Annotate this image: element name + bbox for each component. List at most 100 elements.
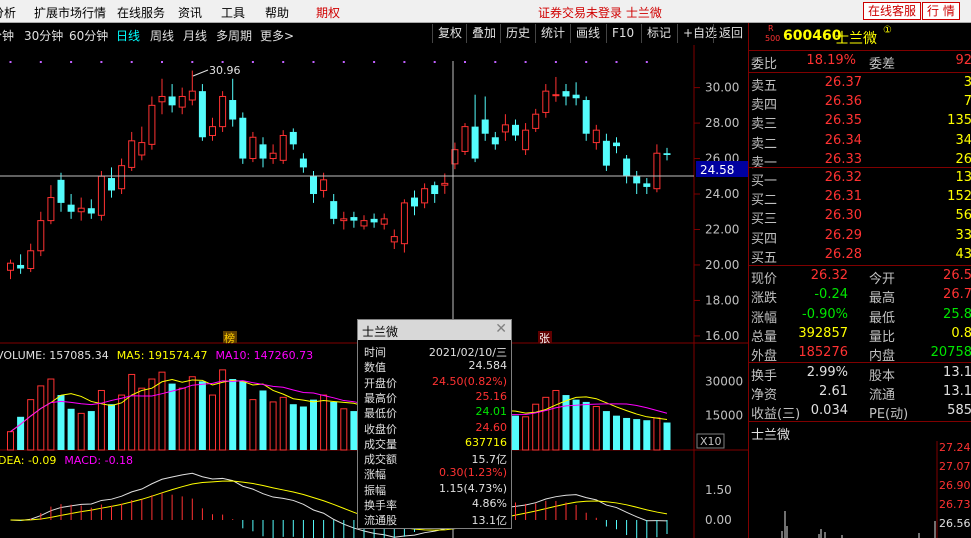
tool-back-button[interactable]: 返回 — [713, 24, 748, 43]
candle-body[interactable] — [138, 142, 146, 156]
candle-body[interactable] — [390, 236, 398, 243]
candle-body[interactable] — [330, 201, 338, 219]
bid-level-row[interactable]: 买五 26.28 43 — [749, 246, 971, 266]
candle-body[interactable] — [572, 94, 580, 99]
bid-level-row[interactable]: 买一 26.32 13 — [749, 169, 971, 189]
candle-body[interactable] — [229, 100, 237, 120]
candle-body[interactable] — [77, 207, 85, 213]
candle-body[interactable] — [188, 90, 196, 101]
tool-mark-button[interactable]: 标记 — [641, 24, 676, 43]
candle-body[interactable] — [501, 124, 509, 133]
candle-body[interactable] — [310, 176, 317, 195]
tool-overlay-button[interactable]: 叠加 — [466, 24, 501, 43]
tool-history-button[interactable]: 历史 — [500, 24, 535, 43]
period-daily[interactable]: 日线 — [116, 27, 140, 44]
candle-body[interactable] — [400, 202, 408, 245]
menu-news[interactable]: 资讯 — [178, 4, 202, 21]
candle-body[interactable] — [219, 95, 227, 128]
candle-body[interactable] — [461, 126, 469, 152]
candle-body[interactable] — [431, 185, 439, 195]
ask-level-row[interactable]: 卖五 26.37 3 — [749, 74, 971, 94]
candle-body[interactable] — [623, 158, 631, 177]
candle-body[interactable] — [168, 96, 176, 106]
tool-f10-button[interactable]: F10 — [606, 24, 639, 43]
candle-body[interactable] — [37, 220, 45, 252]
candle-body[interactable] — [421, 188, 429, 204]
candle-body[interactable] — [350, 217, 358, 221]
ask-level-row[interactable]: 卖二 26.34 34 — [749, 132, 971, 152]
candle-body[interactable] — [289, 131, 297, 145]
candle-body[interactable] — [633, 176, 641, 184]
candle-body[interactable] — [481, 119, 489, 134]
close-icon[interactable]: ✕ — [495, 321, 507, 337]
candle-body[interactable] — [148, 104, 156, 145]
candle-body[interactable] — [643, 183, 651, 187]
menu-online-service[interactable]: 在线服务 — [117, 4, 165, 21]
candle-body[interactable] — [370, 218, 378, 223]
candle-body[interactable] — [653, 152, 661, 190]
info-icon[interactable]: ① — [883, 25, 892, 36]
period-60min[interactable]: 60分钟 — [69, 27, 108, 44]
candle-body[interactable] — [491, 137, 499, 145]
candle-body[interactable] — [269, 152, 277, 160]
candle-body[interactable] — [209, 126, 216, 136]
menu-tools[interactable]: 工具 — [221, 4, 245, 21]
candle-body[interactable] — [87, 208, 95, 214]
menu-extended-market[interactable]: 扩展市场行情 — [34, 4, 106, 21]
candle-body[interactable] — [663, 153, 671, 155]
candle-body[interactable] — [562, 91, 570, 97]
candle-body[interactable] — [532, 113, 540, 129]
candle-body[interactable] — [249, 136, 257, 160]
candle-body[interactable] — [198, 91, 206, 138]
candle-body[interactable] — [67, 204, 75, 212]
mini-intraday-chart[interactable]: 27.24 27.07 26.90 26.73 26.56 — [749, 441, 971, 538]
candle-body[interactable] — [47, 197, 55, 222]
bid-level-row[interactable]: 买三 26.30 56 — [749, 207, 971, 227]
period-more[interactable]: 更多> — [260, 27, 294, 44]
candle-body[interactable] — [57, 179, 65, 203]
period-multi[interactable]: 多周期 — [216, 27, 252, 44]
candle-body[interactable] — [552, 94, 560, 97]
candle-body[interactable] — [592, 129, 600, 144]
quote-button[interactable]: 行 情 — [922, 2, 960, 20]
period-monthly[interactable]: 月线 — [183, 27, 207, 44]
tool-stats-button[interactable]: 统计 — [535, 24, 570, 43]
candle-body[interactable] — [97, 175, 105, 216]
candle-body[interactable] — [380, 218, 388, 225]
period-weekly[interactable]: 周线 — [150, 27, 174, 44]
candle-body[interactable] — [7, 262, 14, 271]
tool-draw-button[interactable]: 画线 — [570, 24, 605, 43]
menu-options[interactable]: 期权 — [316, 4, 340, 21]
candle-body[interactable] — [522, 129, 530, 151]
candle-body[interactable] — [27, 250, 35, 270]
candle-body[interactable] — [178, 95, 186, 108]
online-service-button[interactable]: 在线客服 — [863, 2, 922, 20]
candle-body[interactable] — [158, 95, 166, 103]
ask-level-row[interactable]: 卖三 26.35 135 — [749, 112, 971, 132]
candle-body[interactable] — [360, 220, 368, 227]
candle-body[interactable] — [340, 218, 348, 222]
candle-body[interactable] — [542, 90, 550, 113]
bid-level-row[interactable]: 买四 26.29 33 — [749, 227, 971, 247]
candle-body[interactable] — [259, 144, 267, 159]
tool-fuquan-button[interactable]: 复权 — [432, 24, 467, 43]
candle-body[interactable] — [602, 140, 610, 166]
candle-body[interactable] — [320, 179, 328, 191]
candle-body[interactable] — [279, 134, 287, 161]
candle-body[interactable] — [582, 100, 590, 134]
candle-body[interactable] — [512, 124, 519, 136]
candle-body[interactable] — [613, 142, 620, 147]
candle-body[interactable] — [411, 197, 418, 207]
period-1min[interactable]: 分钟 — [0, 27, 14, 44]
candle-body[interactable] — [441, 182, 449, 186]
candle-body[interactable] — [299, 158, 307, 168]
menu-help[interactable]: 帮助 — [265, 4, 289, 21]
candle-body[interactable] — [239, 117, 247, 159]
candle-body[interactable] — [118, 165, 126, 190]
menu-analysis[interactable]: 分析 — [0, 4, 16, 21]
period-30min[interactable]: 30分钟 — [24, 27, 63, 44]
candle-body[interactable] — [108, 178, 115, 191]
candle-body[interactable] — [471, 126, 479, 159]
candle-body[interactable] — [128, 140, 136, 168]
bid-level-row[interactable]: 买二 26.31 152 — [749, 188, 971, 208]
